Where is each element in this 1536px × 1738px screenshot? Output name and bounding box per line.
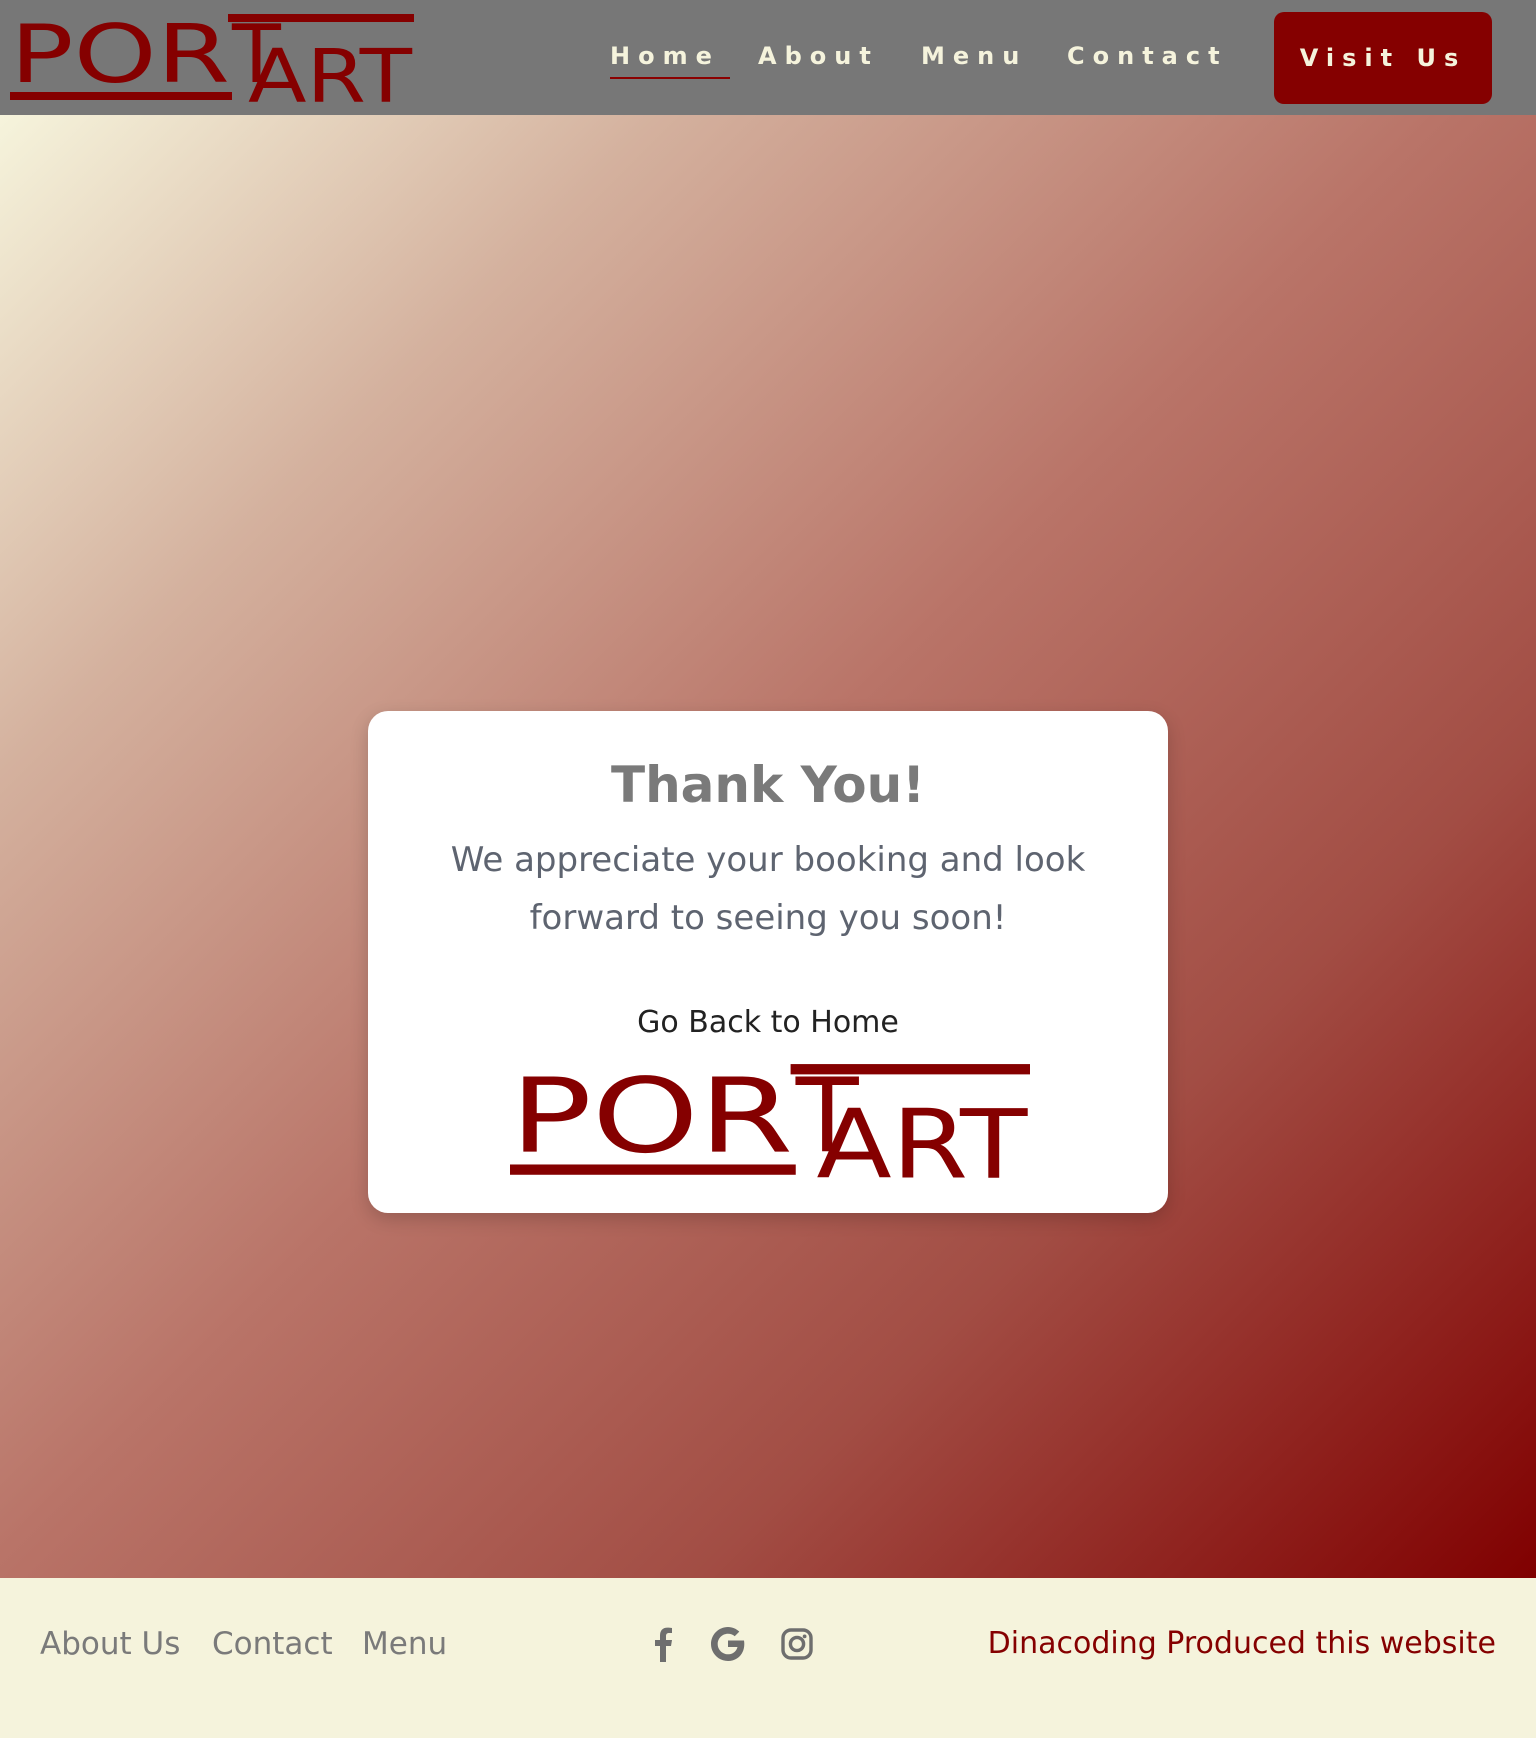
portart-logo-card[interactable]: POR T ART xyxy=(510,1063,1030,1181)
nav-about[interactable]: About xyxy=(758,36,879,76)
nav-contact[interactable]: Contact xyxy=(1067,36,1228,76)
facebook-icon[interactable] xyxy=(641,1622,685,1666)
svg-text:ART: ART xyxy=(816,1090,1028,1181)
footer-link-contact[interactable]: Contact xyxy=(212,1622,333,1666)
footer-credit: Dinacoding Produced this website xyxy=(987,1626,1496,1661)
svg-text:ART: ART xyxy=(248,34,413,104)
footer-link-menu[interactable]: Menu xyxy=(362,1622,447,1666)
thank-you-message: We appreciate your booking and look forw… xyxy=(450,840,1086,938)
thank-you-title: Thank You! xyxy=(610,756,926,814)
thank-you-card: Thank You! We appreciate your booking an… xyxy=(368,711,1168,1213)
visit-us-button[interactable]: Visit Us xyxy=(1274,12,1492,104)
hero-section: Thank You! We appreciate your booking an… xyxy=(0,115,1536,1578)
nav-menu[interactable]: Menu xyxy=(921,36,1027,76)
svg-text:POR: POR xyxy=(10,14,230,101)
portart-logo[interactable]: POR T ART xyxy=(10,14,414,104)
footer-link-about[interactable]: About Us xyxy=(40,1622,180,1666)
instagram-icon[interactable] xyxy=(775,1622,819,1666)
google-icon[interactable] xyxy=(706,1622,750,1666)
svg-text:POR: POR xyxy=(510,1063,793,1177)
site-header: POR T ART Home About Menu Contact Visit … xyxy=(0,0,1536,115)
back-home-link[interactable]: Go Back to Home xyxy=(368,1003,1168,1043)
nav-home[interactable]: Home xyxy=(610,36,730,79)
